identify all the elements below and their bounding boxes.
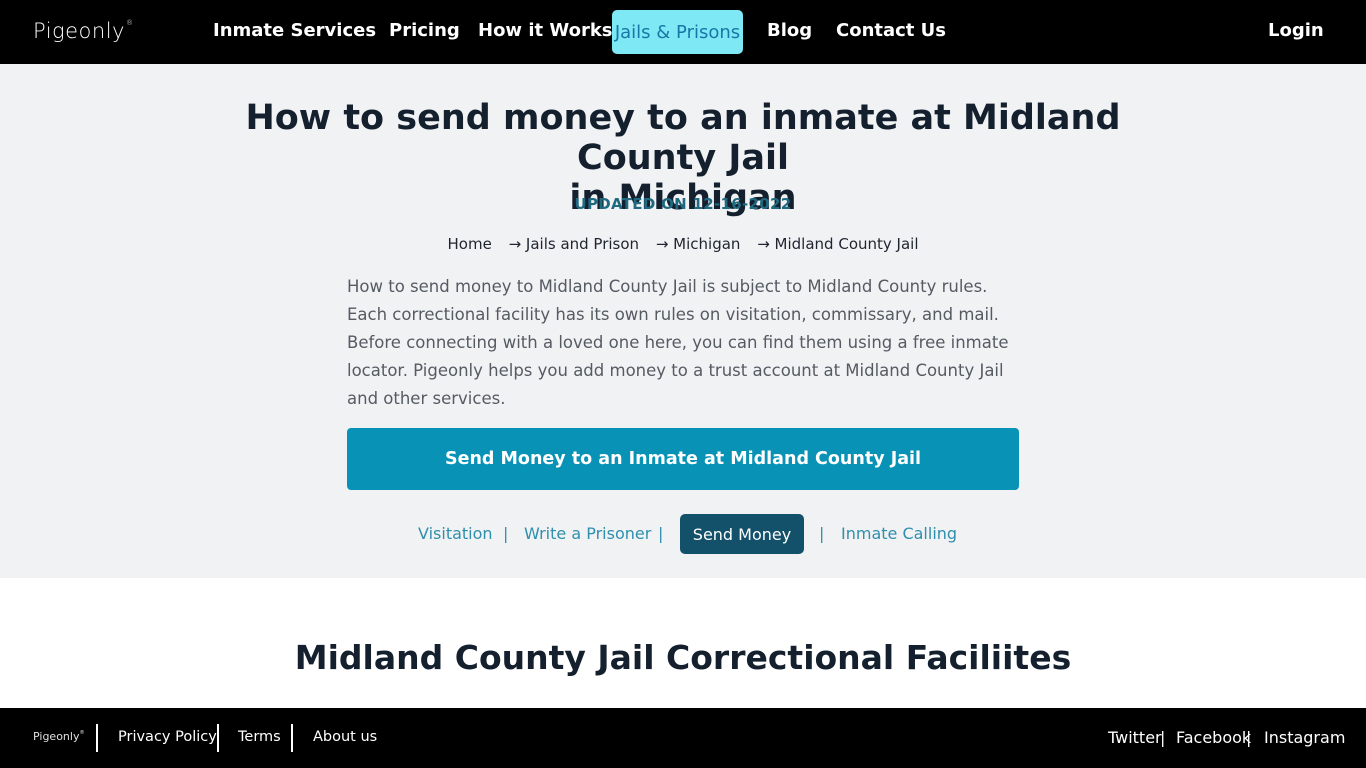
footer-divider — [217, 724, 219, 752]
top-navigation: Pigeonly® Inmate Services Pricing How it… — [0, 0, 1366, 64]
nav-pricing[interactable]: Pricing — [389, 20, 460, 41]
tab-send-money[interactable]: Send Money — [680, 514, 804, 554]
intro-paragraph: How to send money to Midland County Jail… — [347, 277, 1009, 408]
tab-write-a-prisoner[interactable]: Write a Prisoner — [524, 524, 651, 543]
social-separator: | — [1246, 728, 1252, 747]
login-button[interactable]: Login — [1268, 20, 1324, 41]
breadcrumb: Home → Jails and Prison → Michigan → Mid… — [283, 235, 1083, 253]
tab-inmate-calling[interactable]: Inmate Calling — [841, 524, 957, 543]
breadcrumb-home[interactable]: Home — [448, 235, 492, 253]
footer-instagram[interactable]: Instagram — [1264, 728, 1345, 747]
nav-jails-prisons[interactable]: Jails & Prisons — [612, 10, 743, 54]
facilities-heading: Midland County Jail Correctional Facilii… — [294, 638, 1072, 677]
breadcrumb-midland-county-jail[interactable]: → Midland County Jail — [757, 235, 918, 253]
tab-separator: | — [658, 524, 664, 543]
pigeonly-logo[interactable]: Pigeonly® — [33, 19, 133, 43]
tab-visitation[interactable]: Visitation — [418, 524, 493, 543]
breadcrumb-michigan[interactable]: → Michigan — [656, 235, 741, 253]
nav-how-it-works[interactable]: How it Works — [478, 20, 613, 41]
footer-privacy-policy[interactable]: Privacy Policy — [118, 729, 217, 745]
send-money-cta-button[interactable]: Send Money to an Inmate at Midland Count… — [347, 428, 1019, 490]
footer-facebook[interactable]: Facebook — [1176, 728, 1251, 747]
nav-contact-us[interactable]: Contact Us — [836, 20, 946, 41]
footer-terms[interactable]: Terms — [238, 729, 281, 745]
tab-separator: | — [503, 524, 509, 543]
logo-text: Pigeonly — [33, 19, 125, 43]
nav-blog[interactable]: Blog — [767, 20, 812, 41]
nav-inmate-services[interactable]: Inmate Services — [213, 20, 376, 41]
footer-divider — [291, 724, 293, 752]
footer-logo[interactable]: Pigeonly® — [33, 730, 84, 743]
tab-separator: | — [819, 524, 825, 543]
footer: Pigeonly® Privacy Policy Terms About us … — [0, 708, 1366, 768]
social-separator: | — [1160, 728, 1166, 747]
breadcrumb-jails-and-prison[interactable]: → Jails and Prison — [509, 235, 639, 253]
page-title-line1: How to send money to an inmate at Midlan… — [245, 98, 1121, 178]
footer-twitter[interactable]: Twitter — [1108, 728, 1162, 747]
footer-divider — [96, 724, 98, 752]
footer-logo-text: Pigeonly — [33, 730, 80, 743]
updated-date: UPDATED ON 12-16-2022 — [574, 195, 792, 213]
logo-mark: ® — [125, 19, 134, 27]
footer-about-us[interactable]: About us — [313, 729, 377, 745]
footer-logo-mark: ® — [79, 730, 85, 736]
